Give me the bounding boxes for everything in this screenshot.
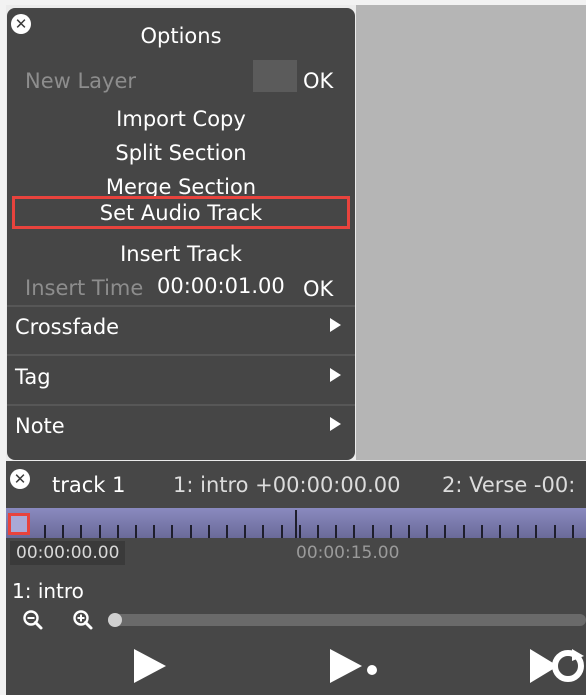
ruler-tick [517,525,519,538]
time-cursor[interactable] [295,510,297,538]
ruler-tick [390,525,392,538]
timeline-ruler[interactable] [6,508,586,538]
divider [7,354,355,356]
ruler-tick [262,525,264,538]
loop-icon[interactable] [528,646,586,686]
set-audio-track-label: Set Audio Track [99,201,263,225]
current-time: 00:00:00.00 [10,541,126,565]
new-layer-label: New Layer [25,69,137,93]
split-section-item[interactable]: Split Section [7,141,355,165]
ruler-tick [554,525,556,538]
ruler-tick [281,525,283,538]
crossfade-menu[interactable]: Crossfade [15,315,119,339]
crossfade-arrow-icon [330,318,341,332]
insert-time-label: Insert Time [25,276,144,300]
ruler-tick [190,525,192,538]
new-layer-ok-button[interactable]: OK [303,69,333,93]
ruler-tick [80,525,82,538]
new-layer-input[interactable] [253,60,297,92]
playhead-marker[interactable] [8,513,30,535]
ruler-tick [372,525,374,538]
ruler-tick [335,525,337,538]
timeline-panel: ✕ track 1 1: intro +00:00:00.00 2: Verse… [6,461,586,695]
ruler-tick [117,525,119,538]
zoom-scrollbar[interactable] [108,614,586,626]
insert-time-input[interactable]: 00:00:01.00 [157,274,285,298]
divider [7,404,355,406]
tag-arrow-icon [330,368,341,382]
ruler-tick [408,525,410,538]
note-arrow-icon [330,417,341,431]
time-mark-15s: 00:00:15.00 [296,543,400,563]
ruler-tick [135,525,137,538]
set-audio-track-item[interactable]: Set Audio Track [12,196,350,229]
preview-stage [356,5,586,460]
insert-time-ok-button[interactable]: OK [303,277,333,301]
ruler-tick [444,525,446,538]
ruler-tick [244,525,246,538]
divider [7,305,355,307]
ruler-tick [317,525,319,538]
ruler-tick [153,525,155,538]
ruler-tick [499,525,501,538]
ruler-tick [226,525,228,538]
ruler-tick [171,525,173,538]
selected-section-label: 1: intro [12,579,84,603]
ruler-tick [572,525,574,538]
ruler-tick [481,525,483,538]
ruler-tick [99,525,101,538]
ruler-tick [463,525,465,538]
timeline-close-icon[interactable]: ✕ [10,469,30,489]
import-copy-item[interactable]: Import Copy [7,107,355,131]
ruler-tick [62,525,64,538]
ruler-tick [44,525,46,538]
insert-track-item[interactable]: Insert Track [7,242,355,266]
options-title: Options [140,24,222,48]
options-panel: ✕ Options New Layer OK Import Copy Split… [7,8,355,460]
play-icon[interactable] [132,646,168,686]
section-tab-intro[interactable]: 1: intro +00:00:00.00 [173,473,401,497]
zoom-scroll-thumb[interactable] [108,613,122,627]
track-name[interactable]: track 1 [52,473,125,497]
zoom-in-icon[interactable] [72,609,94,631]
note-menu[interactable]: Note [15,414,65,438]
play-selection-icon[interactable] [328,646,380,686]
ruler-tick [353,525,355,538]
ruler-tick [299,525,301,538]
ruler-tick [426,525,428,538]
zoom-out-icon[interactable] [22,609,44,631]
ruler-tick [208,525,210,538]
section-tab-verse[interactable]: 2: Verse -00: [442,473,575,497]
tag-menu[interactable]: Tag [15,365,51,389]
ruler-tick [535,525,537,538]
